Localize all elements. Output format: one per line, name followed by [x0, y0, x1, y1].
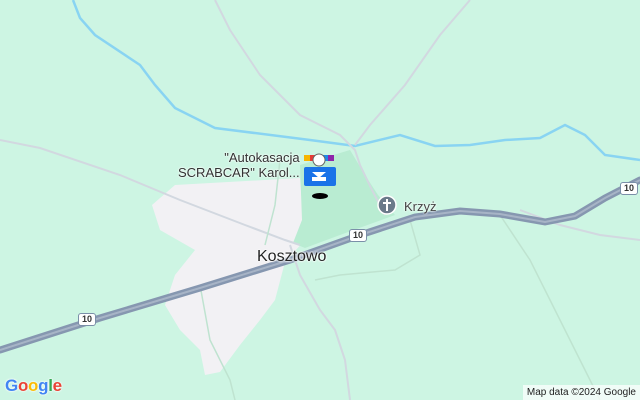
- map-canvas[interactable]: 10 10 10 "Autokasacja SCRABCAR" Karol...…: [0, 0, 640, 400]
- cross-marker[interactable]: [376, 195, 398, 217]
- map-attribution[interactable]: Map data ©2024 Google: [522, 385, 640, 400]
- route-shield: 10: [620, 182, 639, 195]
- route-shield: 10: [349, 229, 368, 242]
- town-label[interactable]: Kosztowo: [257, 248, 326, 266]
- poi-marker[interactable]: [301, 152, 341, 200]
- cross-icon: [377, 195, 397, 215]
- poi-label[interactable]: "Autokasacja SCRABCAR" Karol...: [178, 150, 300, 180]
- cross-label[interactable]: Krzyż: [404, 199, 437, 214]
- route-shield: 10: [78, 313, 97, 326]
- car-dealer-icon: [304, 153, 336, 199]
- poi-label-line1: "Autokasacja: [224, 150, 300, 165]
- google-logo[interactable]: Google: [5, 376, 62, 396]
- poi-label-line2: SCRABCAR" Karol...: [178, 165, 300, 180]
